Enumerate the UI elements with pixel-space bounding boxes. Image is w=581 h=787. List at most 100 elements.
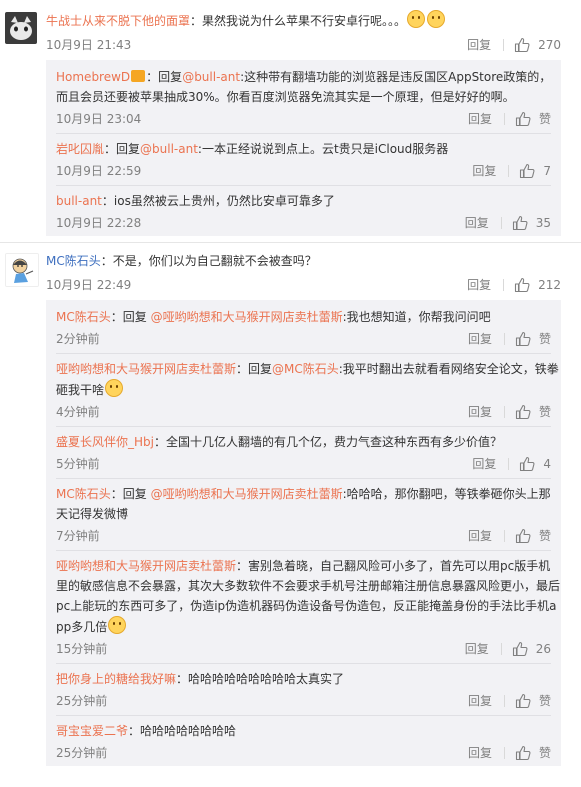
thumbs-up-icon: [515, 331, 531, 347]
reply-button[interactable]: 回复: [472, 453, 496, 475]
reply-mention[interactable]: @MC陈石头: [272, 362, 339, 376]
emoji-icon: [407, 10, 426, 28]
action-divider: [503, 333, 505, 345]
reply-prefix: ：回复: [146, 70, 183, 84]
reply-time: 5分钟前: [56, 457, 100, 471]
action-divider: [503, 113, 505, 125]
reply-text: :我也想知道，你帮我问问吧: [342, 310, 491, 324]
like-button[interactable]: 7: [519, 160, 551, 182]
reply-body: 哑哟哟想和大马猴开网店卖杜蕾斯：回复@MC陈石头:我平时翻出去就看看网络安全论文…: [56, 359, 561, 400]
reply-username[interactable]: 岩叱囚胤: [56, 142, 104, 156]
comment-text: ：果然我说为什么苹果不行安卓行呢。。。: [190, 14, 407, 28]
like-button[interactable]: 270: [514, 34, 561, 56]
reply-meta: 7分钟前 回复 赞: [56, 525, 561, 547]
reply-item: MC陈石头：回复 @哑哟哟想和大马猴开网店卖杜蕾斯:我也想知道，你帮我问问吧 2…: [46, 300, 561, 350]
reply-prefix: ：回复: [104, 142, 141, 156]
emoji-icon: [105, 379, 124, 397]
reply-body: 哥宝宝爱二爷：哈哈哈哈哈哈哈哈: [56, 721, 561, 741]
reply-username[interactable]: bull-ant: [56, 194, 102, 208]
reply-body: MC陈石头：回复 @哑哟哟想和大马猴开网店卖杜蕾斯:哈哈哈，那你翻吧，等铁拳砸你…: [56, 484, 561, 524]
reply-text: :一本正经说说到点上。云t贵只是iCloud服务器: [197, 142, 449, 156]
reply-body: 盛夏长风伴你_Hbj：全国十几亿人翻墙的有几个亿，费力气查这种东西有多少价值？: [56, 432, 561, 452]
reply-mention[interactable]: @哑哟哟想和大马猴开网店卖杜蕾斯: [151, 487, 343, 501]
action-divider: [508, 458, 510, 470]
avatar[interactable]: [5, 12, 37, 44]
reply-time: 10月9日 22:28: [56, 216, 142, 230]
reply-body: MC陈石头：回复 @哑哟哟想和大马猴开网店卖杜蕾斯:我也想知道，你帮我问问吧: [56, 307, 561, 327]
reply-time: 25分钟前: [56, 694, 108, 708]
reply-button[interactable]: 回复: [468, 690, 492, 712]
reply-mention[interactable]: @bull-ant: [182, 70, 240, 84]
emoji-icon: [427, 10, 446, 28]
like-button[interactable]: 赞: [515, 328, 551, 350]
thumbs-up-icon: [515, 745, 531, 761]
thumbs-up-icon: [520, 163, 535, 179]
reply-username[interactable]: MC陈石头: [56, 487, 111, 501]
thumbs-up-icon: [515, 37, 530, 53]
reply-text: ：全国十几亿人翻墙的有几个亿，费力气查这种东西有多少价值？: [153, 435, 502, 449]
reply-item: 哑哟哟想和大马猴开网店卖杜蕾斯：害别急着晓，自己翻风险可小多了，首先可以用pc版…: [46, 551, 561, 660]
reply-actions: 回复 赞: [468, 742, 551, 764]
like-button[interactable]: 赞: [515, 401, 551, 423]
reply-username[interactable]: MC陈石头: [56, 310, 111, 324]
like-count: 赞: [538, 746, 551, 760]
reply-username[interactable]: HomebrewD: [56, 70, 130, 84]
comment-username[interactable]: 牛战士从来不脱下他的面罩: [46, 14, 190, 28]
like-button[interactable]: 赞: [515, 690, 551, 712]
reply-time: 4分钟前: [56, 405, 100, 419]
reply-mention[interactable]: @哑哟哟想和大马猴开网店卖杜蕾斯: [151, 310, 343, 324]
like-button[interactable]: 26: [512, 638, 551, 660]
like-button[interactable]: 赞: [515, 742, 551, 764]
comment-meta: 10月9日 22:49 回复 212: [46, 274, 571, 296]
reply-text: ：ios虽然被云上贵州，仍然比安卓可靠多了: [101, 194, 335, 208]
comment-actions: 回复 212: [467, 274, 561, 296]
action-divider: [500, 643, 502, 655]
action-divider: [503, 39, 505, 51]
reply-time: 2分钟前: [56, 332, 100, 346]
reply-meta: 15分钟前 回复 26: [56, 638, 561, 660]
action-divider: [500, 217, 502, 229]
reply-button[interactable]: 回复: [468, 401, 492, 423]
reply-mention[interactable]: @bull-ant: [140, 142, 198, 156]
reply-meta: 25分钟前 回复 赞: [56, 742, 561, 764]
like-count: 26: [535, 642, 551, 656]
reply-button[interactable]: 回复: [467, 34, 491, 56]
avatar[interactable]: [5, 253, 39, 287]
thumbs-up-icon: [512, 215, 528, 231]
reply-button[interactable]: 回复: [465, 212, 489, 234]
thumbs-up-icon: [515, 404, 531, 420]
like-button[interactable]: 赞: [515, 525, 551, 547]
reply-body: 把你身上的糖给我好嘛：哈哈哈哈哈哈哈哈哈太真实了: [56, 669, 561, 689]
reply-button[interactable]: 回复: [465, 638, 489, 660]
reply-button[interactable]: 回复: [472, 160, 496, 182]
like-count: 赞: [538, 694, 551, 708]
reply-username[interactable]: 哑哟哟想和大马猴开网店卖杜蕾斯: [56, 362, 236, 376]
reply-prefix: ：回复: [110, 487, 151, 501]
reply-button[interactable]: 回复: [468, 742, 492, 764]
comment-text: ：不是，你们以为自己翻就不会被查吗？: [100, 254, 317, 268]
like-button[interactable]: 212: [514, 274, 561, 296]
thumbs-up-icon: [515, 528, 531, 544]
like-button[interactable]: 35: [512, 212, 551, 234]
reply-meta: 25分钟前 回复 赞: [56, 690, 561, 712]
reply-actions: 回复 赞: [468, 525, 551, 547]
reply-item: 把你身上的糖给我好嘛：哈哈哈哈哈哈哈哈哈太真实了 25分钟前 回复 赞: [46, 664, 561, 712]
reply-button[interactable]: 回复: [467, 274, 491, 296]
like-button[interactable]: 赞: [515, 108, 551, 130]
reply-username[interactable]: 哥宝宝爱二爷: [56, 724, 128, 738]
reply-actions: 回复 赞: [468, 690, 551, 712]
reply-button[interactable]: 回复: [468, 108, 492, 130]
action-divider: [503, 530, 505, 542]
reply-username[interactable]: 盛夏长风伴你_Hbj: [56, 435, 154, 449]
reply-meta: 10月9日 22:28 回复 35: [56, 212, 561, 234]
like-button[interactable]: 4: [519, 453, 551, 475]
action-divider: [503, 279, 505, 291]
reply-username[interactable]: 哑哟哟想和大马猴开网店卖杜蕾斯: [56, 559, 236, 573]
comment-username[interactable]: MC陈石头: [46, 254, 101, 268]
reply-button[interactable]: 回复: [468, 328, 492, 350]
thumbs-up-icon: [512, 641, 528, 657]
reply-username[interactable]: 把你身上的糖给我好嘛: [56, 672, 176, 686]
reply-item: HomebrewD ：回复@bull-ant:这种带有翻墙功能的浏览器是违反国区A…: [46, 60, 561, 130]
reply-actions: 回复 赞: [468, 328, 551, 350]
reply-button[interactable]: 回复: [468, 525, 492, 547]
